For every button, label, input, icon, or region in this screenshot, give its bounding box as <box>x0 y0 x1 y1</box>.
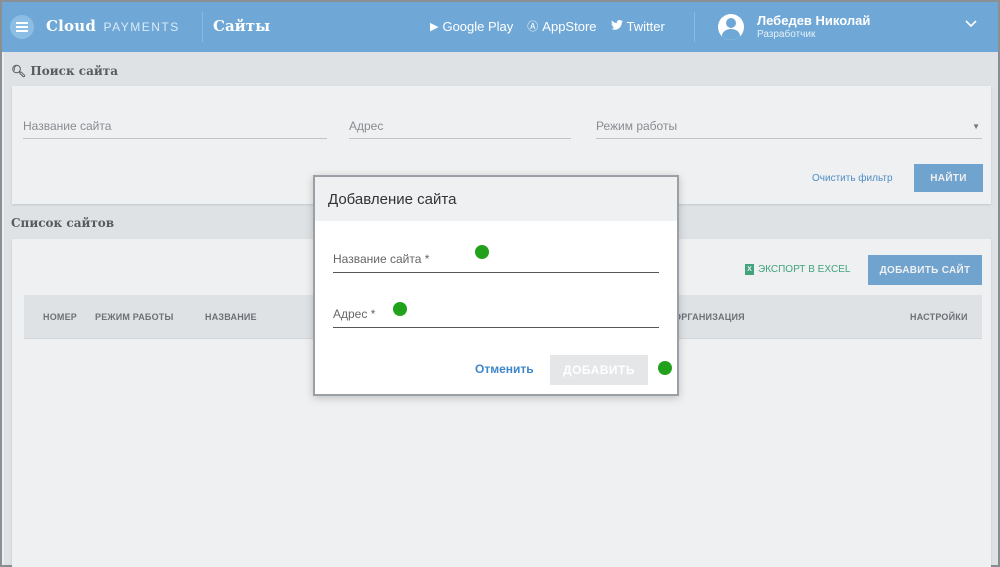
top-header: Cloud PAYMENTS Сайты ▶ Google Play Ⓐ App… <box>2 2 998 52</box>
brand-sub: PAYMENTS <box>103 20 180 34</box>
brand-logo[interactable]: Cloud PAYMENTS <box>46 17 180 35</box>
chevron-down-icon[interactable] <box>964 16 978 30</box>
app-frame: Cloud PAYMENTS Сайты ▶ Google Play Ⓐ App… <box>0 0 1000 567</box>
marker-dot <box>473 243 491 261</box>
header-links: ▶ Google Play Ⓐ AppStore Twitter <box>430 18 665 34</box>
header-divider-user <box>694 12 695 42</box>
twitter-icon <box>610 19 623 33</box>
user-role: Разработчик <box>757 29 816 40</box>
avatar[interactable] <box>718 14 744 40</box>
appstore-label: AppStore <box>542 18 597 34</box>
site-name-field[interactable]: Название сайта * <box>333 252 659 273</box>
address-field[interactable]: Адрес * <box>333 307 659 328</box>
add-button[interactable]: ДОБАВИТЬ <box>550 355 648 385</box>
twitter-label: Twitter <box>626 18 665 34</box>
marker-dot <box>391 300 409 318</box>
add-site-dialog: Добавление сайта Название сайта * Адрес … <box>313 175 679 396</box>
cancel-button[interactable]: Отменить <box>475 362 534 376</box>
play-icon: ▶ <box>430 20 439 33</box>
google-play-link[interactable]: ▶ Google Play <box>430 18 513 34</box>
twitter-link[interactable]: Twitter <box>610 18 665 34</box>
address-label: Адрес * <box>333 307 376 321</box>
appstore-icon: Ⓐ <box>527 21 539 33</box>
google-play-label: Google Play <box>442 18 514 34</box>
page-title: Сайты <box>213 17 271 35</box>
marker-dot <box>656 359 674 377</box>
menu-icon[interactable] <box>10 15 34 39</box>
header-divider <box>202 12 203 42</box>
dialog-title: Добавление сайта <box>328 191 457 208</box>
site-name-label: Название сайта * <box>333 252 430 266</box>
user-name[interactable]: Лебедев Николай <box>757 13 870 28</box>
appstore-link[interactable]: Ⓐ AppStore <box>527 18 596 34</box>
dialog-header: Добавление сайта <box>315 177 677 221</box>
brand-name: Cloud <box>46 17 97 35</box>
